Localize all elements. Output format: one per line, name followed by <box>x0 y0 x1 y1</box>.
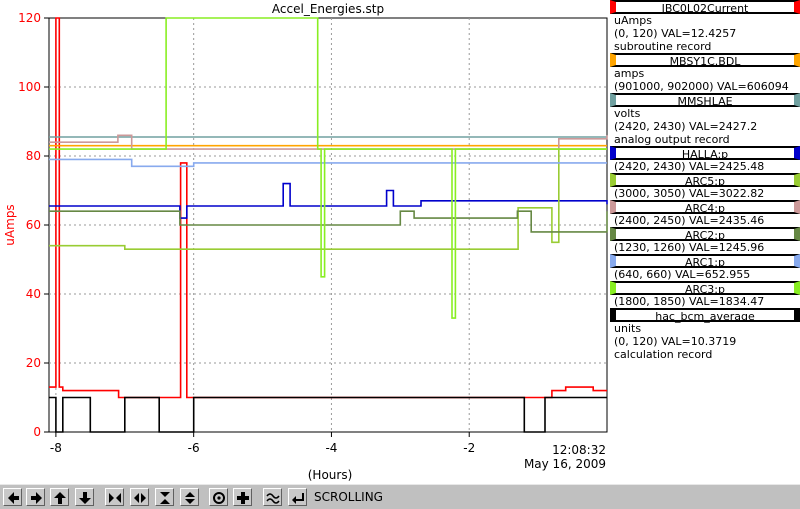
chart-plot: 0 20 40 60 80 100 120 -8 -6 -4 -2 Accel_Energies.… <box>3 2 608 482</box>
add-button[interactable] <box>233 488 252 506</box>
y-tick-label: 40 <box>26 287 41 301</box>
legend-entry-detail: (901000, 902000) VAL=606094 <box>614 80 789 93</box>
legend-entry: ARC5:p (3000, 3050) VAL=3022.82 <box>610 173 800 200</box>
waveform-button[interactable] <box>263 488 282 506</box>
x-tick-label: -4 <box>325 441 337 455</box>
y-tick-label: 20 <box>26 356 41 370</box>
zoom-out-vertical-icon <box>185 492 195 504</box>
legend-entry-detail: (2420, 2430) VAL=2427.2 <box>614 120 758 133</box>
legend-entry-name[interactable]: ARC5:p <box>610 173 800 188</box>
return-icon <box>292 493 304 504</box>
auto-scale-icon <box>213 492 225 504</box>
legend-entry-name[interactable]: IBC0L02Current <box>610 0 800 15</box>
legend-entry-detail: subroutine record <box>614 40 712 53</box>
legend-entry: ARC4:p (2400, 2450) VAL=2435.46 <box>610 200 800 227</box>
legend-entry: HALLA:p (2420, 2430) VAL=2425.48 <box>610 146 800 173</box>
legend-entry-name[interactable]: MBSY1C.BDL <box>610 53 800 68</box>
legend-entry-detail: (3000, 3050) VAL=3022.82 <box>614 187 765 200</box>
legend-entry-name[interactable]: ARC2:p <box>610 227 800 242</box>
scroll-left-icon <box>8 492 19 504</box>
x-tick-label: -2 <box>463 441 475 455</box>
legend-entry-detail: (0, 120) VAL=10.3719 <box>614 335 737 348</box>
y-tick-label: 120 <box>18 11 41 25</box>
legend-entry-detail: (0, 120) VAL=12.4257 <box>614 27 737 40</box>
scroll-right-icon <box>31 492 42 504</box>
x-tick-label: -8 <box>50 441 62 455</box>
legend-entry-name[interactable]: ARC1:p <box>610 254 800 269</box>
scroll-right-button[interactable] <box>26 488 45 506</box>
zoom-in-horizontal-button[interactable] <box>105 488 124 506</box>
scroll-up-button[interactable] <box>50 488 69 506</box>
legend-entry-detail: (1800, 1850) VAL=1834.47 <box>614 295 765 308</box>
scroll-left-button[interactable] <box>3 488 22 506</box>
legend-entry-detail: calculation record <box>614 348 713 361</box>
chart-title: Accel_Energies.stp <box>272 2 384 16</box>
x-tick-label: -6 <box>188 441 200 455</box>
scroll-down-icon <box>79 492 91 504</box>
zoom-in-horizontal-icon <box>109 493 121 503</box>
legend-entry-detail: (2420, 2430) VAL=2425.48 <box>614 160 765 173</box>
y-tick-label: 60 <box>26 218 41 232</box>
legend-entry: MBSY1C.BDL amps (901000, 902000) VAL=60609… <box>610 53 800 93</box>
legend-entry-name[interactable]: ARC3:p <box>610 281 800 296</box>
legend-entry: hac_bcm_average units (0, 120) VAL=10.3719… <box>610 308 800 361</box>
legend-entry-name[interactable]: HALLA:p <box>610 146 800 161</box>
legend-entry: ARC3:p (1800, 1850) VAL=1834.47 <box>610 281 800 308</box>
zoom-in-vertical-button[interactable] <box>155 488 174 506</box>
scroll-down-button[interactable] <box>75 488 94 506</box>
toolbar: SCROLLING <box>0 484 800 509</box>
x-axis-label: (Hours) <box>308 468 353 482</box>
y-tick-label: 0 <box>33 425 41 439</box>
add-icon <box>237 492 249 504</box>
scroll-up-icon <box>54 492 66 504</box>
y-axis-ticks: 0 20 40 60 80 100 120 <box>18 11 49 439</box>
legend-entry-detail: amps <box>614 67 645 80</box>
zoom-out-vertical-button[interactable] <box>180 488 199 506</box>
end-date-label: May 16, 2009 <box>524 457 606 471</box>
legend-entry-detail: analog output record <box>614 133 730 146</box>
legend-entry-detail: (1230, 1260) VAL=1245.96 <box>614 241 765 254</box>
y-axis-label: uAmps <box>3 204 17 245</box>
zoom-out-horizontal-icon <box>134 493 146 503</box>
legend-panel: IBC0L02Current uAmps (0, 120) VAL=12.4257 s… <box>610 0 800 361</box>
y-tick-label: 80 <box>26 149 41 163</box>
return-button[interactable] <box>288 488 307 506</box>
legend-entry-detail: units <box>614 322 642 335</box>
legend-entry-detail: (2400, 2450) VAL=2435.46 <box>614 214 765 227</box>
end-time-label: 12:08:32 <box>552 443 606 457</box>
legend-entry: MMSHLAE volts (2420, 2430) VAL=2427.2 analo… <box>610 93 800 146</box>
auto-scale-button[interactable] <box>209 488 228 506</box>
legend-entry-name[interactable]: hac_bcm_average <box>610 308 800 323</box>
legend-entry: IBC0L02Current uAmps (0, 120) VAL=12.4257 s… <box>610 0 800 53</box>
legend-entry: ARC1:p (640, 660) VAL=652.955 <box>610 254 800 281</box>
legend-entry: ARC2:p (1230, 1260) VAL=1245.96 <box>610 227 800 254</box>
legend-entry-name[interactable]: ARC4:p <box>610 200 800 215</box>
y-tick-label: 100 <box>18 80 41 94</box>
legend-entry-detail: volts <box>614 107 641 120</box>
legend-entry-name[interactable]: MMSHLAE <box>610 93 800 108</box>
zoom-in-vertical-icon <box>160 492 170 504</box>
legend-entry-detail: (640, 660) VAL=652.955 <box>614 268 751 281</box>
legend-entry-detail: uAmps <box>614 14 652 27</box>
mode-label: SCROLLING <box>314 490 383 504</box>
zoom-out-horizontal-button[interactable] <box>130 488 149 506</box>
x-axis-ticks: -8 -6 -4 -2 <box>50 432 475 455</box>
waveform-icon <box>266 493 280 504</box>
